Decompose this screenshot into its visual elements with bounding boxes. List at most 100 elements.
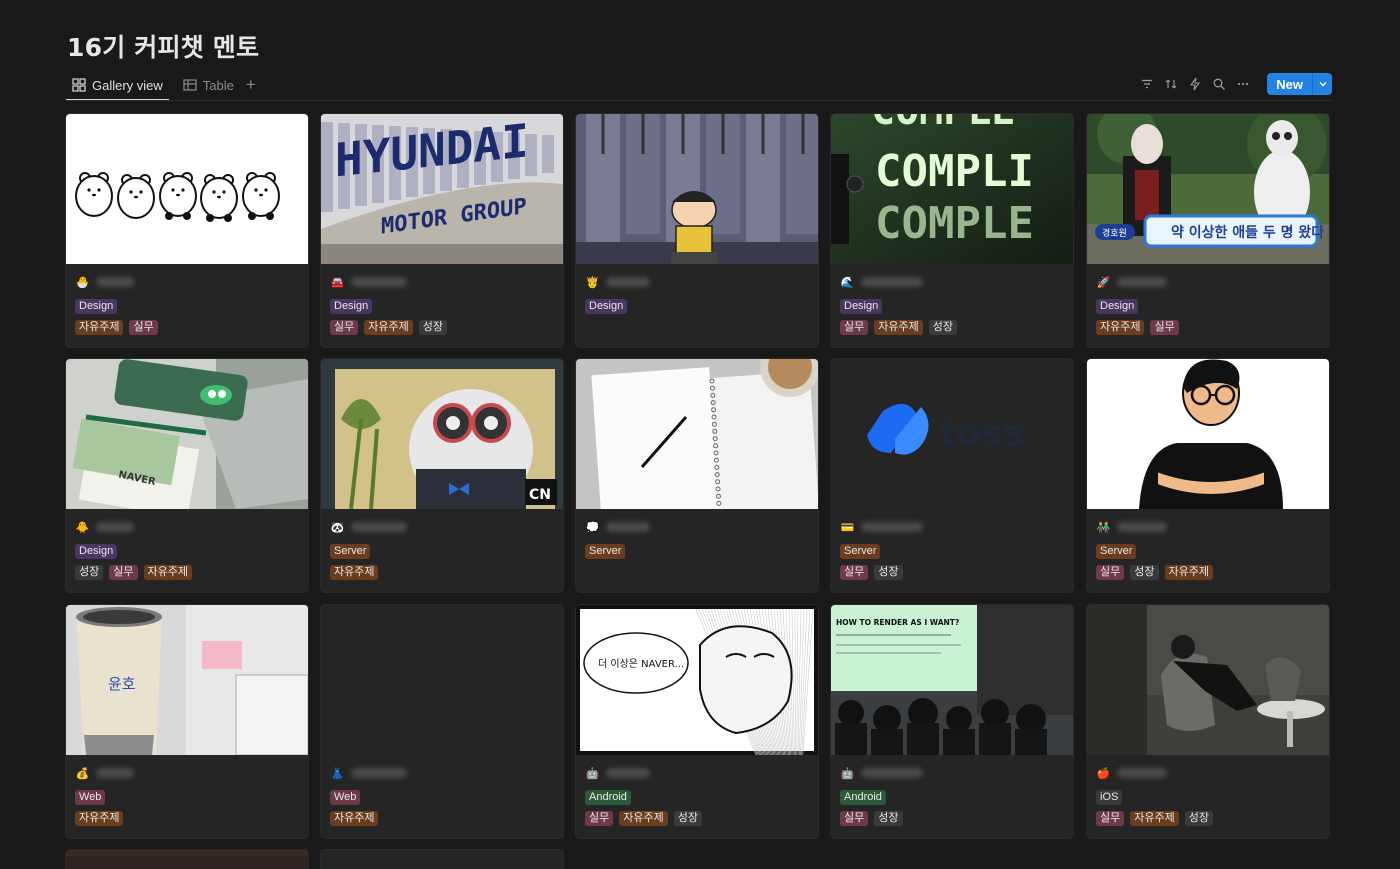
more-icon[interactable] xyxy=(1233,73,1253,95)
card-emoji-icon: 🤖 xyxy=(585,767,600,780)
svg-text:CN: CN xyxy=(529,487,551,503)
card-emoji-icon: 🐥 xyxy=(75,521,90,534)
toolbar: New xyxy=(1137,72,1332,96)
card-title: 🐣 xyxy=(75,272,299,292)
topic-tag: 실무 xyxy=(585,811,614,826)
card-name-redacted xyxy=(1117,768,1167,778)
tab-gallery-view[interactable]: Gallery view xyxy=(66,71,169,101)
category-tag: Server xyxy=(1096,544,1137,559)
card-cover-image xyxy=(66,114,308,264)
view-tabs: Gallery view Table + xyxy=(66,70,262,101)
gallery-card[interactable]: NAVER 🐥 Design 성장 실무 자유주제 xyxy=(66,359,308,592)
topic-tag: 성장 xyxy=(874,811,903,826)
topic-tag: 실무 xyxy=(840,565,869,580)
svg-text:toss: toss xyxy=(939,413,1024,454)
card-cover-image: 약 이상한 애들 두 명 왔다 경호원 xyxy=(1087,114,1329,264)
card-emoji-icon: 🤖 xyxy=(840,767,855,780)
topic-tag: 자유주제 xyxy=(1130,811,1179,826)
chevron-down-icon[interactable] xyxy=(1312,73,1332,95)
category-tag: Web xyxy=(330,790,361,805)
card-title: 👗 xyxy=(330,763,554,783)
topic-tag: 자유주제 xyxy=(619,811,668,826)
topic-tag: 자유주제 xyxy=(1164,565,1213,580)
tab-table[interactable]: Table xyxy=(177,71,240,99)
gallery-card[interactable]: 더 이상은 NAVER... 🤖 Android 실무 자유주제 성장 xyxy=(576,605,818,838)
gallery-card[interactable]: HYUNDAI MOTOR GROUP 🚘 Design 실무 자유주제 성장 xyxy=(321,114,563,347)
card-cover-image xyxy=(576,114,818,264)
gallery-card[interactable]: 👗 Web 자유주제 xyxy=(321,605,563,838)
card-name-redacted xyxy=(96,522,134,532)
category-tag: Design xyxy=(1096,299,1139,314)
gallery-card[interactable]: 약 이상한 애들 두 명 왔다 경호원 🚀 Design 자유주제 실무 xyxy=(1087,114,1329,347)
card-name-redacted xyxy=(351,277,407,287)
card-name-redacted xyxy=(861,522,923,532)
card-emoji-icon: 🐼 xyxy=(330,521,345,534)
topic-tag: 자유주제 xyxy=(75,811,124,826)
table-icon xyxy=(183,79,197,91)
topic-tag: 실무 xyxy=(129,320,158,335)
gallery-card[interactable]: 🐣 Design 자유주제 실무 xyxy=(66,114,308,347)
gallery-card[interactable]: 🍎 iOS 실무 자유주제 성장 xyxy=(1087,605,1329,838)
card-title: 🤖 xyxy=(585,763,809,783)
svg-text:COMPLE: COMPLE xyxy=(871,114,1016,134)
gallery-card[interactable]: 윤호 💰 Web 자유주제 xyxy=(66,605,308,838)
card-title: 🐥 xyxy=(75,517,299,537)
topic-tag: 실무 xyxy=(330,320,359,335)
gallery-card[interactable]: 🤴 Design xyxy=(576,114,818,347)
card-title: 🚀 xyxy=(1096,272,1320,292)
card-name-redacted xyxy=(1117,522,1167,532)
gallery-card-partial[interactable] xyxy=(66,850,308,869)
card-cover-image: HYUNDAI MOTOR GROUP xyxy=(321,114,563,264)
card-title: 🚘 xyxy=(330,272,554,292)
topic-tag: 자유주제 xyxy=(330,811,379,826)
topic-tag: 실무 xyxy=(840,320,869,335)
new-button[interactable]: New xyxy=(1267,73,1312,95)
gallery-card[interactable]: 👬 Server 실무 성장 자유주제 xyxy=(1087,359,1329,592)
automation-icon[interactable] xyxy=(1185,73,1205,95)
svg-text:더 이상은 NAVER...: 더 이상은 NAVER... xyxy=(598,658,684,670)
filter-icon[interactable] xyxy=(1137,73,1157,95)
card-name-redacted xyxy=(861,768,923,778)
card-emoji-icon: 🐣 xyxy=(75,276,90,289)
card-title: 🤴 xyxy=(585,272,809,292)
gallery-card[interactable]: COMPLE COMPLI COMPLE 🌊 Design 실무 자유주제 성장 xyxy=(831,114,1073,347)
card-emoji-icon: 💰 xyxy=(75,767,90,780)
topic-tag: 자유주제 xyxy=(143,565,192,580)
svg-text:경호원: 경호원 xyxy=(1102,227,1127,239)
search-icon[interactable] xyxy=(1209,73,1229,95)
svg-text:COMPLE: COMPLE xyxy=(875,198,1034,249)
page-title: 16기 커피챗 멘토 xyxy=(67,33,260,62)
gallery-card-partial[interactable] xyxy=(321,850,563,869)
topic-tag: 자유주제 xyxy=(75,320,124,335)
topic-tag: 실무 xyxy=(1096,811,1125,826)
card-cover-image xyxy=(1087,605,1329,755)
topic-tag: 자유주제 xyxy=(330,565,379,580)
topic-tag: 성장 xyxy=(1130,565,1159,580)
card-name-redacted xyxy=(606,522,650,532)
card-emoji-icon: 💳 xyxy=(840,521,855,534)
svg-text:약 이상한 애들 두 명 왔다: 약 이상한 애들 두 명 왔다 xyxy=(1171,224,1324,241)
card-cover-image: toss xyxy=(831,359,1073,509)
category-tag: Android xyxy=(840,790,886,805)
topic-tag: 실무 xyxy=(840,811,869,826)
card-name-redacted xyxy=(351,522,407,532)
topic-tag: 자유주제 xyxy=(1096,320,1145,335)
category-tag: Design xyxy=(75,544,118,559)
card-cover-image: HOW TO RENDER AS I WANT? xyxy=(831,605,1073,755)
card-emoji-icon: 🤴 xyxy=(585,276,600,289)
card-title: 🌊 xyxy=(840,272,1064,292)
gallery-card[interactable]: 💭 Server xyxy=(576,359,818,592)
card-title: 👬 xyxy=(1096,517,1320,537)
category-tag: Server xyxy=(840,544,881,559)
topic-tag: 실무 xyxy=(1096,565,1125,580)
gallery-card[interactable]: toss 💳 Server 실무 성장 xyxy=(831,359,1073,592)
sort-icon[interactable] xyxy=(1161,73,1181,95)
card-cover-image xyxy=(321,605,563,755)
card-title: 💰 xyxy=(75,763,299,783)
topic-tag: 자유주제 xyxy=(364,320,413,335)
card-name-redacted xyxy=(96,277,134,287)
gallery-card[interactable]: CN 🐼 Server 자유주제 xyxy=(321,359,563,592)
plus-icon[interactable]: + xyxy=(240,75,262,95)
tab-gallery-label: Gallery view xyxy=(92,77,163,93)
gallery-card[interactable]: HOW TO RENDER AS I WANT? 🤖 Android 실무 성장 xyxy=(831,605,1073,838)
